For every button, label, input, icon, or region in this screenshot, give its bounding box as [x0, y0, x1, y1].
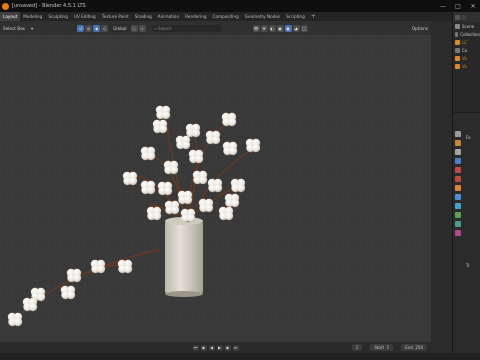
outliner-row[interactable]: LC	[453, 38, 480, 46]
end-frame-field[interactable]: End 250	[401, 344, 427, 351]
collection-icon	[455, 31, 459, 37]
outliner-row[interactable]: Co	[453, 46, 480, 54]
next-keyframe-button[interactable]: ◆	[224, 344, 231, 351]
tool-tab-icon[interactable]	[455, 131, 461, 137]
outliner-row[interactable]: Scene	[453, 22, 480, 30]
outliner-row-label: LC	[462, 39, 468, 45]
viewport-scene[interactable]	[0, 35, 431, 342]
tab-scripting[interactable]: Scripting	[283, 12, 308, 21]
outliner-row[interactable]: Va	[453, 54, 480, 62]
physics-tab-icon[interactable]	[455, 212, 461, 218]
properties-item-label: Fo	[466, 135, 471, 140]
outliner-row-label: Va	[462, 55, 467, 61]
world-tab-icon[interactable]	[455, 176, 461, 182]
vase[interactable]	[165, 217, 203, 297]
outliner-row-label: Collection	[460, 31, 480, 37]
overlay-icon[interactable]: ◐	[268, 24, 276, 32]
outliner-row-label: Scene	[462, 23, 475, 29]
start-frame-field[interactable]: Start 1	[370, 344, 394, 351]
xray-icon[interactable]: ▣	[276, 24, 284, 32]
transform-orientation-icon[interactable]: ↺	[77, 24, 85, 32]
tab-uv-editing[interactable]: UV Editing	[71, 12, 99, 21]
status-bar	[0, 353, 480, 360]
search-placeholder: Search	[158, 25, 172, 31]
add-workspace-button[interactable]: +	[308, 13, 319, 20]
tab-sculpting[interactable]: Sculpting	[45, 12, 71, 21]
end-value: 250	[415, 345, 423, 350]
constraints-tab-icon[interactable]	[455, 221, 461, 227]
jump-start-button[interactable]: ⏮	[192, 344, 199, 351]
material-shading-icon[interactable]: ◕	[292, 24, 300, 32]
outliner-row[interactable]: Va	[453, 62, 480, 70]
start-label: Start	[374, 345, 385, 350]
window-title-bar: [unsaved] - Blender 4.5.1 LTS — □ ✕	[0, 0, 480, 12]
object-tab-icon[interactable]	[455, 185, 461, 191]
tab-rendering[interactable]: Rendering	[182, 12, 209, 21]
output-tab-icon[interactable]	[455, 149, 461, 155]
falloff-icon[interactable]: ∿	[138, 24, 146, 32]
mesh-icon	[455, 63, 460, 69]
tab-compositing[interactable]: Compositing	[210, 12, 242, 21]
render-tab-icon[interactable]	[455, 140, 461, 146]
orientation-select[interactable]: Global	[110, 24, 130, 32]
particles-tab-icon[interactable]	[455, 203, 461, 209]
view-layer-tab-icon[interactable]	[455, 158, 461, 164]
filter-icon[interactable]	[455, 14, 460, 20]
play-reverse-button[interactable]: ◀	[208, 344, 215, 351]
gizmo-toggle-icon[interactable]: ✥	[260, 24, 268, 32]
scene-tab-icon[interactable]	[455, 167, 461, 173]
rendered-shading-icon[interactable]: ◯	[300, 24, 308, 32]
viewport-header: Select Box ▾ ↺ ◎ ◆ ◇ Global ○ ∿ ⌕ Search…	[0, 21, 431, 35]
minimize-button[interactable]: —	[436, 0, 450, 12]
outliner-row-label: Co	[462, 47, 468, 53]
workspace-tab-bar: Layout Modeling Sculpting UV Editing Tex…	[0, 12, 452, 21]
chevron-down-icon: ▾	[31, 25, 34, 31]
solid-shading-icon[interactable]: ●	[284, 24, 292, 32]
search-field-icon[interactable]	[461, 14, 466, 20]
tab-shading[interactable]: Shading	[132, 12, 155, 21]
select-box-tool[interactable]: Select Box	[0, 23, 28, 33]
search-input[interactable]: ⌕ Search	[151, 24, 222, 32]
collection-icon	[455, 47, 460, 53]
snap-target-icon[interactable]: ◇	[101, 24, 109, 32]
tab-texture-paint[interactable]: Texture Paint	[99, 12, 132, 21]
tab-geometry-nodes[interactable]: Geometry Nodes	[242, 12, 283, 21]
3d-viewport[interactable]: Select Box ▾ ↺ ◎ ◆ ◇ Global ○ ∿ ⌕ Search…	[0, 21, 431, 353]
tab-layout[interactable]: Layout	[0, 12, 21, 21]
prev-keyframe-button[interactable]: ◆	[200, 344, 207, 351]
outliner-row-label: Va	[462, 63, 467, 69]
tab-animation[interactable]: Animation	[155, 12, 182, 21]
scene-icon	[455, 23, 460, 29]
current-frame-field[interactable]: 1	[351, 344, 363, 351]
outliner-panel[interactable]: Scene Collection LC Co Va Va	[452, 12, 480, 112]
snap-icon[interactable]: ◆	[93, 24, 101, 32]
outliner-row[interactable]: Collection	[453, 30, 480, 38]
tab-modeling[interactable]: Modeling	[20, 12, 45, 21]
start-value: 1	[386, 345, 390, 350]
visibility-icon[interactable]: 👁	[252, 24, 260, 32]
timeline-bar: ⏮ ◆ ◀ ▶ ◆ ⏭ 1 Start 1 End 250	[0, 342, 431, 353]
properties-panel[interactable]: Fo Tr	[452, 113, 480, 353]
proportional-edit-icon[interactable]: ○	[130, 24, 138, 32]
close-button[interactable]: ✕	[466, 0, 480, 12]
window-title: [unsaved] - Blender 4.5.1 LTS	[12, 3, 86, 9]
play-button[interactable]: ▶	[216, 344, 223, 351]
object-icon	[455, 39, 460, 45]
blender-logo-icon	[2, 2, 9, 10]
viewport-sidebar-strip[interactable]	[431, 21, 452, 353]
end-label: End	[405, 345, 413, 350]
outliner-header	[453, 12, 480, 22]
mesh-icon	[455, 55, 460, 61]
properties-tab-column	[453, 131, 463, 236]
modifier-tab-icon[interactable]	[455, 194, 461, 200]
maximize-button[interactable]: □	[451, 0, 465, 12]
jump-end-button[interactable]: ⏭	[232, 344, 239, 351]
material-tab-icon[interactable]	[455, 230, 461, 236]
options-menu[interactable]: Options	[412, 26, 431, 31]
pivot-icon[interactable]: ◎	[85, 24, 93, 32]
properties-section-label: Tr	[466, 263, 470, 268]
